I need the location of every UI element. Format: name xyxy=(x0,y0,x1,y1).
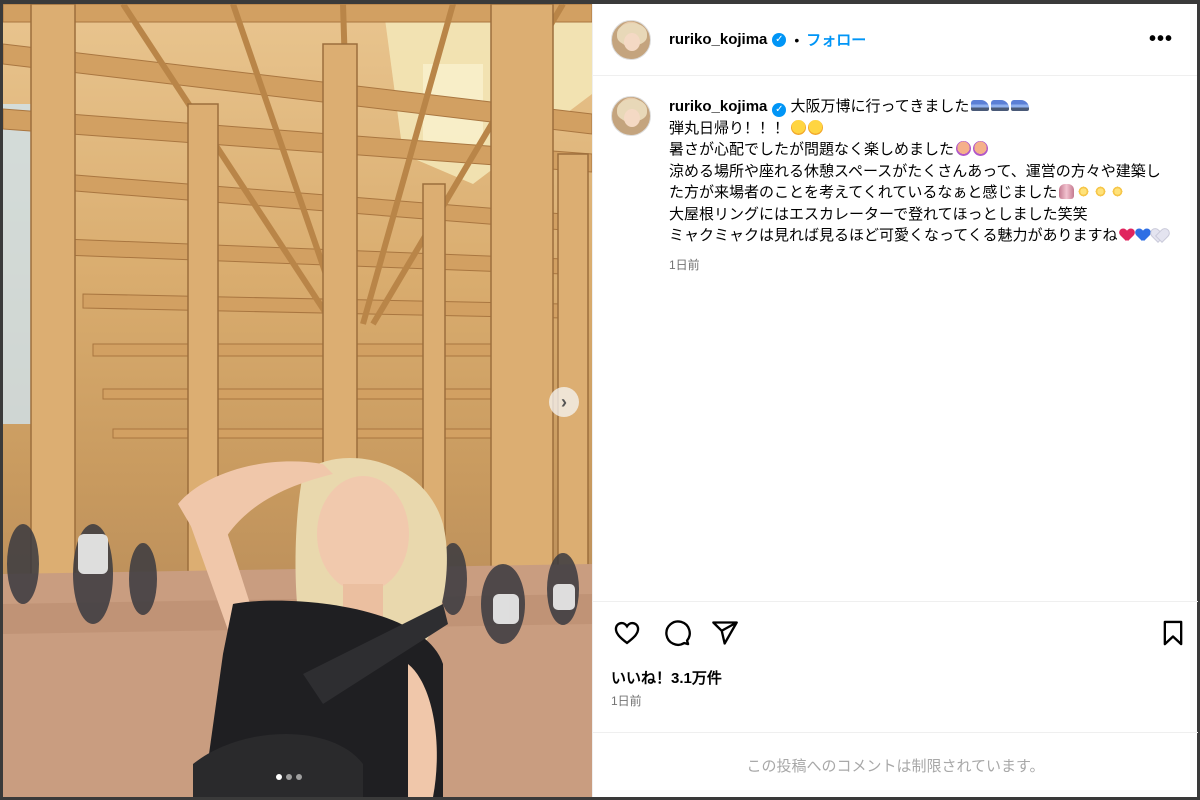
caption-username-link[interactable]: ruriko_kojima xyxy=(669,98,767,115)
caption-line: ミャクミャクは見れば見るほど可愛くなってくる魅力がありますね xyxy=(669,227,1118,244)
username-link[interactable]: ruriko_kojima xyxy=(669,31,767,48)
avatar[interactable] xyxy=(611,96,651,136)
follow-button[interactable]: フォロー xyxy=(806,29,866,50)
comment-icon[interactable] xyxy=(663,619,691,647)
action-bar xyxy=(593,601,1198,661)
share-icon[interactable] xyxy=(711,619,739,647)
bookmark-icon[interactable] xyxy=(1159,619,1187,647)
saluting-face-icon xyxy=(956,141,972,156)
blue-heart-icon xyxy=(1136,229,1150,242)
carousel-dot xyxy=(276,774,282,780)
photo-illustration xyxy=(3,4,592,797)
sparkles-icon xyxy=(1110,184,1126,199)
rolling-laughing-face-icon xyxy=(791,119,807,135)
post-caption: ruriko_kojima ✓ 大阪万博に行ってきました 弾丸日帰り！！！ 暑さが… xyxy=(611,96,1181,276)
praying-hands-icon xyxy=(1059,184,1075,199)
caption-line: 暑さが心配でしたが問題なく楽しめました xyxy=(669,141,955,158)
white-heart-icon xyxy=(1152,229,1166,242)
carousel-indicator xyxy=(276,774,302,780)
carousel-next-button[interactable]: › xyxy=(549,387,579,417)
train-icon xyxy=(1011,100,1030,111)
sparkles-icon xyxy=(1093,184,1109,199)
caption-timestamp[interactable]: 1日前 xyxy=(669,255,1169,277)
train-icon xyxy=(991,100,1010,111)
more-options-button[interactable]: ••• xyxy=(1149,28,1173,51)
separator-dot: • xyxy=(794,31,800,48)
carousel-dot xyxy=(286,774,292,780)
chevron-right-icon: › xyxy=(561,391,567,412)
likes-count[interactable]: いいね！3.1万件 xyxy=(611,667,722,688)
post-timestamp[interactable]: 1日前 xyxy=(611,692,642,709)
red-heart-icon xyxy=(1120,229,1134,242)
heart-icon[interactable] xyxy=(613,619,641,647)
post-sidebar: ruriko_kojima ✓ • フォロー ••• ruriko_kojima… xyxy=(592,4,1198,797)
caption-line: 大屋根リングにはエスカレーターで登れてほっとしました笑笑 xyxy=(669,205,1088,223)
carousel-dot xyxy=(296,774,302,780)
comments-restricted-notice: この投稿へのコメントは制限されています。 xyxy=(593,732,1198,797)
caption-body: ruriko_kojima ✓ 大阪万博に行ってきました 弾丸日帰り！！！ 暑さが… xyxy=(669,96,1169,276)
caption-line: 弾丸日帰り！！！ xyxy=(669,119,790,137)
rolling-laughing-face-icon xyxy=(808,119,824,135)
post-photo[interactable]: › xyxy=(3,4,592,797)
sparkles-icon xyxy=(1076,184,1092,199)
avatar[interactable] xyxy=(611,19,651,60)
saluting-face-icon xyxy=(973,141,989,156)
caption-line: 大阪万博に行ってきました xyxy=(790,98,970,115)
train-icon xyxy=(971,100,990,111)
post-header: ruriko_kojima ✓ • フォロー ••• xyxy=(593,4,1197,76)
verified-badge-icon: ✓ xyxy=(772,103,787,117)
verified-badge-icon: ✓ xyxy=(772,32,787,47)
